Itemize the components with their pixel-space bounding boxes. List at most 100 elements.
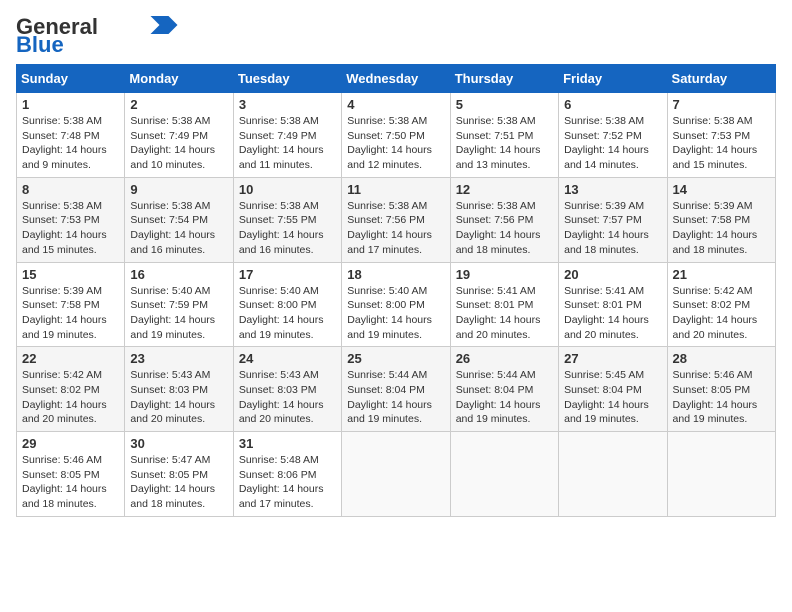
logo: General Blue — [16, 16, 178, 56]
calendar-cell: 2 Sunrise: 5:38 AM Sunset: 7:49 PM Dayli… — [125, 93, 233, 178]
day-number: 16 — [130, 267, 227, 282]
calendar-cell: 13 Sunrise: 5:39 AM Sunset: 7:57 PM Dayl… — [559, 177, 667, 262]
day-info: Sunrise: 5:41 AM Sunset: 8:01 PM Dayligh… — [456, 284, 553, 343]
day-header-wednesday: Wednesday — [342, 65, 450, 93]
day-info: Sunrise: 5:38 AM Sunset: 7:49 PM Dayligh… — [239, 114, 336, 173]
day-header-monday: Monday — [125, 65, 233, 93]
calendar-cell — [667, 432, 775, 517]
day-info: Sunrise: 5:46 AM Sunset: 8:05 PM Dayligh… — [673, 368, 770, 427]
calendar-cell: 20 Sunrise: 5:41 AM Sunset: 8:01 PM Dayl… — [559, 262, 667, 347]
day-number: 12 — [456, 182, 553, 197]
day-header-thursday: Thursday — [450, 65, 558, 93]
day-info: Sunrise: 5:42 AM Sunset: 8:02 PM Dayligh… — [673, 284, 770, 343]
day-number: 22 — [22, 351, 119, 366]
calendar-cell: 10 Sunrise: 5:38 AM Sunset: 7:55 PM Dayl… — [233, 177, 341, 262]
day-info: Sunrise: 5:38 AM Sunset: 7:56 PM Dayligh… — [347, 199, 444, 258]
calendar-cell: 31 Sunrise: 5:48 AM Sunset: 8:06 PM Dayl… — [233, 432, 341, 517]
day-number: 15 — [22, 267, 119, 282]
day-info: Sunrise: 5:38 AM Sunset: 7:48 PM Dayligh… — [22, 114, 119, 173]
day-info: Sunrise: 5:46 AM Sunset: 8:05 PM Dayligh… — [22, 453, 119, 512]
day-info: Sunrise: 5:40 AM Sunset: 8:00 PM Dayligh… — [239, 284, 336, 343]
day-number: 20 — [564, 267, 661, 282]
day-header-saturday: Saturday — [667, 65, 775, 93]
calendar-cell — [450, 432, 558, 517]
day-info: Sunrise: 5:41 AM Sunset: 8:01 PM Dayligh… — [564, 284, 661, 343]
calendar-cell: 19 Sunrise: 5:41 AM Sunset: 8:01 PM Dayl… — [450, 262, 558, 347]
calendar-cell: 26 Sunrise: 5:44 AM Sunset: 8:04 PM Dayl… — [450, 347, 558, 432]
day-header-tuesday: Tuesday — [233, 65, 341, 93]
calendar-cell: 28 Sunrise: 5:46 AM Sunset: 8:05 PM Dayl… — [667, 347, 775, 432]
day-info: Sunrise: 5:40 AM Sunset: 8:00 PM Dayligh… — [347, 284, 444, 343]
day-info: Sunrise: 5:39 AM Sunset: 7:58 PM Dayligh… — [673, 199, 770, 258]
day-info: Sunrise: 5:43 AM Sunset: 8:03 PM Dayligh… — [239, 368, 336, 427]
day-number: 30 — [130, 436, 227, 451]
day-number: 17 — [239, 267, 336, 282]
logo-blue-text: Blue — [16, 34, 64, 56]
day-number: 13 — [564, 182, 661, 197]
page-header: General Blue — [16, 16, 776, 56]
day-number: 5 — [456, 97, 553, 112]
day-number: 28 — [673, 351, 770, 366]
calendar-cell: 1 Sunrise: 5:38 AM Sunset: 7:48 PM Dayli… — [17, 93, 125, 178]
calendar-cell: 8 Sunrise: 5:38 AM Sunset: 7:53 PM Dayli… — [17, 177, 125, 262]
day-info: Sunrise: 5:38 AM Sunset: 7:50 PM Dayligh… — [347, 114, 444, 173]
calendar-cell: 6 Sunrise: 5:38 AM Sunset: 7:52 PM Dayli… — [559, 93, 667, 178]
day-info: Sunrise: 5:38 AM Sunset: 7:51 PM Dayligh… — [456, 114, 553, 173]
day-info: Sunrise: 5:43 AM Sunset: 8:03 PM Dayligh… — [130, 368, 227, 427]
calendar-cell: 18 Sunrise: 5:40 AM Sunset: 8:00 PM Dayl… — [342, 262, 450, 347]
calendar-cell: 23 Sunrise: 5:43 AM Sunset: 8:03 PM Dayl… — [125, 347, 233, 432]
day-number: 18 — [347, 267, 444, 282]
day-number: 1 — [22, 97, 119, 112]
day-number: 8 — [22, 182, 119, 197]
calendar-week-row: 1 Sunrise: 5:38 AM Sunset: 7:48 PM Dayli… — [17, 93, 776, 178]
day-info: Sunrise: 5:38 AM Sunset: 7:56 PM Dayligh… — [456, 199, 553, 258]
day-info: Sunrise: 5:38 AM Sunset: 7:53 PM Dayligh… — [673, 114, 770, 173]
calendar-week-row: 8 Sunrise: 5:38 AM Sunset: 7:53 PM Dayli… — [17, 177, 776, 262]
day-number: 9 — [130, 182, 227, 197]
day-header-sunday: Sunday — [17, 65, 125, 93]
day-number: 26 — [456, 351, 553, 366]
day-number: 23 — [130, 351, 227, 366]
day-info: Sunrise: 5:38 AM Sunset: 7:55 PM Dayligh… — [239, 199, 336, 258]
day-number: 3 — [239, 97, 336, 112]
calendar-cell: 5 Sunrise: 5:38 AM Sunset: 7:51 PM Dayli… — [450, 93, 558, 178]
day-number: 4 — [347, 97, 444, 112]
calendar-week-row: 22 Sunrise: 5:42 AM Sunset: 8:02 PM Dayl… — [17, 347, 776, 432]
day-info: Sunrise: 5:39 AM Sunset: 7:58 PM Dayligh… — [22, 284, 119, 343]
day-number: 14 — [673, 182, 770, 197]
calendar-cell: 7 Sunrise: 5:38 AM Sunset: 7:53 PM Dayli… — [667, 93, 775, 178]
day-info: Sunrise: 5:38 AM Sunset: 7:54 PM Dayligh… — [130, 199, 227, 258]
calendar-cell: 16 Sunrise: 5:40 AM Sunset: 7:59 PM Dayl… — [125, 262, 233, 347]
day-info: Sunrise: 5:39 AM Sunset: 7:57 PM Dayligh… — [564, 199, 661, 258]
calendar-cell: 3 Sunrise: 5:38 AM Sunset: 7:49 PM Dayli… — [233, 93, 341, 178]
calendar-cell: 4 Sunrise: 5:38 AM Sunset: 7:50 PM Dayli… — [342, 93, 450, 178]
calendar-header-row: SundayMondayTuesdayWednesdayThursdayFrid… — [17, 65, 776, 93]
calendar-week-row: 15 Sunrise: 5:39 AM Sunset: 7:58 PM Dayl… — [17, 262, 776, 347]
calendar-cell: 15 Sunrise: 5:39 AM Sunset: 7:58 PM Dayl… — [17, 262, 125, 347]
calendar-cell: 14 Sunrise: 5:39 AM Sunset: 7:58 PM Dayl… — [667, 177, 775, 262]
day-number: 21 — [673, 267, 770, 282]
day-info: Sunrise: 5:38 AM Sunset: 7:53 PM Dayligh… — [22, 199, 119, 258]
day-number: 6 — [564, 97, 661, 112]
day-info: Sunrise: 5:38 AM Sunset: 7:49 PM Dayligh… — [130, 114, 227, 173]
calendar-cell: 17 Sunrise: 5:40 AM Sunset: 8:00 PM Dayl… — [233, 262, 341, 347]
calendar-cell: 24 Sunrise: 5:43 AM Sunset: 8:03 PM Dayl… — [233, 347, 341, 432]
day-number: 25 — [347, 351, 444, 366]
calendar-cell — [342, 432, 450, 517]
day-number: 27 — [564, 351, 661, 366]
calendar-cell: 27 Sunrise: 5:45 AM Sunset: 8:04 PM Dayl… — [559, 347, 667, 432]
calendar-cell: 11 Sunrise: 5:38 AM Sunset: 7:56 PM Dayl… — [342, 177, 450, 262]
calendar-week-row: 29 Sunrise: 5:46 AM Sunset: 8:05 PM Dayl… — [17, 432, 776, 517]
day-info: Sunrise: 5:48 AM Sunset: 8:06 PM Dayligh… — [239, 453, 336, 512]
calendar-cell — [559, 432, 667, 517]
calendar-cell: 22 Sunrise: 5:42 AM Sunset: 8:02 PM Dayl… — [17, 347, 125, 432]
day-number: 31 — [239, 436, 336, 451]
day-number: 10 — [239, 182, 336, 197]
day-info: Sunrise: 5:40 AM Sunset: 7:59 PM Dayligh… — [130, 284, 227, 343]
calendar-cell: 25 Sunrise: 5:44 AM Sunset: 8:04 PM Dayl… — [342, 347, 450, 432]
calendar-table: SundayMondayTuesdayWednesdayThursdayFrid… — [16, 64, 776, 517]
calendar-cell: 21 Sunrise: 5:42 AM Sunset: 8:02 PM Dayl… — [667, 262, 775, 347]
day-info: Sunrise: 5:44 AM Sunset: 8:04 PM Dayligh… — [456, 368, 553, 427]
day-number: 7 — [673, 97, 770, 112]
day-number: 19 — [456, 267, 553, 282]
